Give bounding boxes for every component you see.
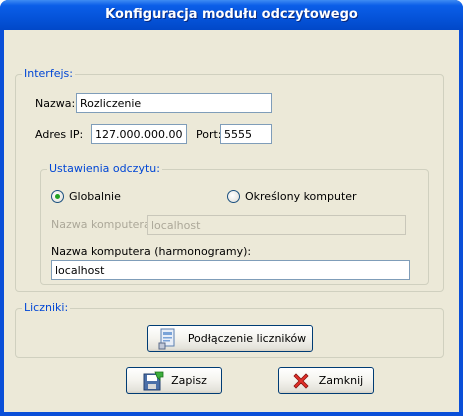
window-frame-bottom: [0, 412, 463, 416]
adres-ip-input[interactable]: [91, 124, 187, 144]
document-meter-icon: [154, 325, 182, 353]
interfejs-group: Interfejs: Nazwa: Adres IP: Port: Ustawi…: [15, 67, 444, 292]
radio-globalnie[interactable]: [51, 190, 64, 203]
nazwa-komputera-input: [147, 215, 406, 235]
port-label: Port:: [196, 128, 222, 141]
radio-globalnie-label[interactable]: Globalnie: [69, 190, 121, 203]
radio-okreslony-komputer[interactable]: [227, 190, 240, 203]
dialog-body: Interfejs: Nazwa: Adres IP: Port: Ustawi…: [4, 30, 459, 412]
podlaczenie-licznikow-button[interactable]: Podłączenie liczników: [147, 325, 313, 352]
nazwa-label: Nazwa:: [35, 97, 76, 110]
nazwa-input[interactable]: [76, 93, 272, 113]
port-input[interactable]: [220, 124, 272, 144]
adres-ip-label: Adres IP:: [35, 128, 84, 141]
window-title: Konfiguracja modułu odczytowego: [105, 7, 358, 22]
zamknij-button[interactable]: Zamknij: [278, 367, 374, 394]
ustawienia-group: Ustawienia odczytu: Globalnie Określony …: [40, 162, 429, 285]
harmonogramy-input[interactable]: [51, 260, 410, 280]
save-disk-icon: [141, 369, 165, 393]
interfejs-legend: Interfejs:: [22, 67, 75, 80]
red-x-icon: [289, 369, 313, 393]
zapisz-label: Zapisz: [171, 374, 207, 387]
liczniki-group: Liczniki: Podłączenie liczników: [15, 301, 444, 358]
harmonogramy-label: Nazwa komputera (harmonogramy):: [51, 245, 252, 258]
radio-okreslony-label[interactable]: Określony komputer: [245, 190, 357, 203]
zamknij-label: Zamknij: [318, 374, 364, 387]
liczniki-legend: Liczniki:: [22, 301, 71, 314]
title-bar[interactable]: Konfiguracja modułu odczytowego: [0, 0, 463, 30]
zapisz-button[interactable]: Zapisz: [126, 367, 222, 394]
podlaczenie-licznikow-label: Podłączenie liczników: [187, 332, 307, 345]
ustawienia-legend: Ustawienia odczytu:: [47, 162, 162, 175]
nazwa-komputera-label: Nazwa komputera:: [51, 218, 155, 231]
dialog-window: Konfiguracja modułu odczytowego Interfej…: [0, 0, 463, 416]
radio-selected-dot: [55, 194, 60, 199]
